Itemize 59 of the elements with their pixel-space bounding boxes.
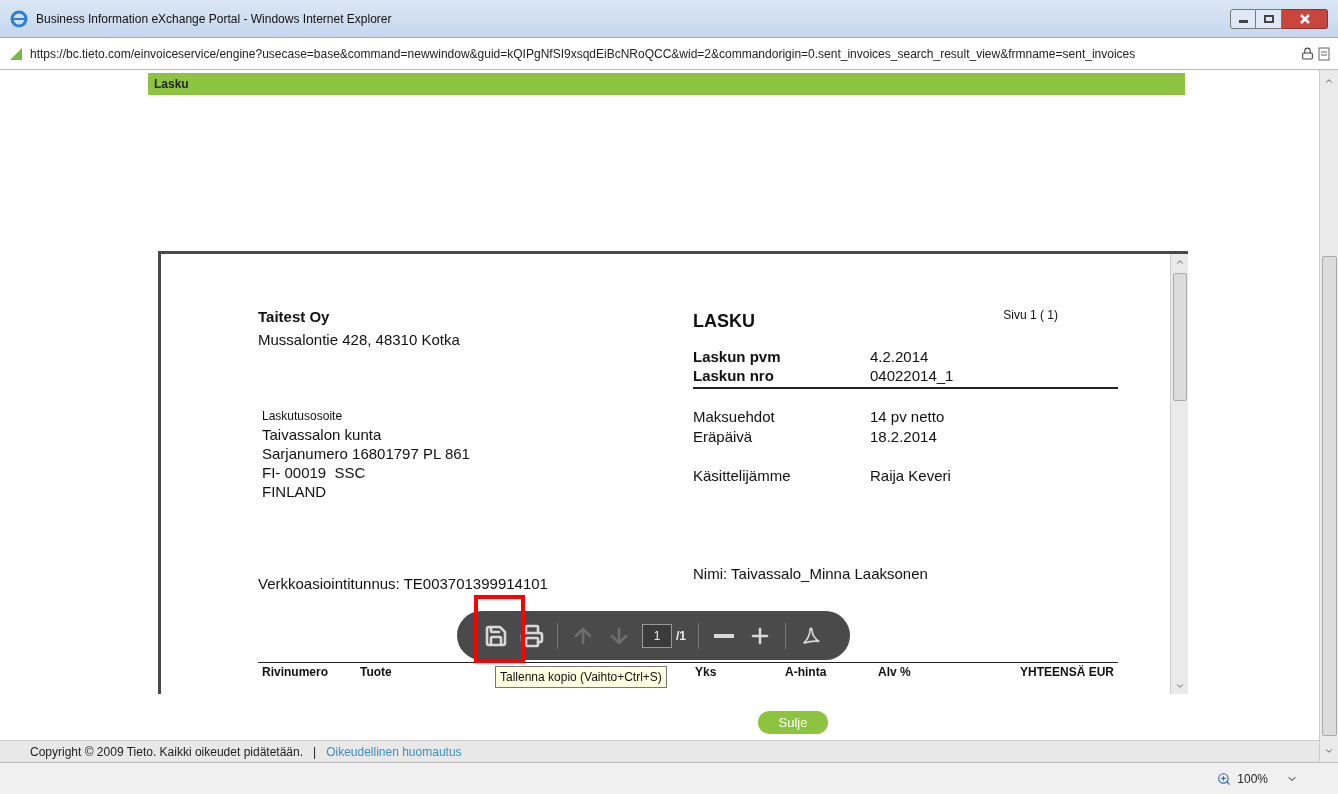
- page-total: /1: [676, 627, 686, 645]
- recipient-name: Nimi: Taivassalo_Minna Laaksonen: [693, 563, 929, 584]
- zoom-level: 100%: [1237, 770, 1268, 788]
- field-label: Maksuehdot: [693, 407, 776, 427]
- window-title: Business Information eXchange Portal - Windows Internet Explorer: [36, 10, 392, 28]
- billing-address-label: Laskutusosoite: [262, 408, 344, 425]
- billing-address-line: Taivassalon kunta: [262, 425, 383, 444]
- close-window-button[interactable]: [1282, 8, 1328, 29]
- field-label: Käsittelijämme: [693, 466, 792, 486]
- field-label: Laskun nro: [693, 366, 775, 385]
- billing-address-line: FI- 00019 SSC: [262, 463, 367, 482]
- column-header: Tuote: [360, 664, 392, 679]
- document-icon: [1318, 46, 1330, 61]
- save-icon: [484, 623, 508, 648]
- scroll-down-icon: [1324, 746, 1334, 756]
- seller-name: Taitest Oy: [258, 307, 331, 327]
- field-value: Raija Keveri: [870, 466, 951, 486]
- scroll-up-icon: [1174, 257, 1185, 267]
- section-title: Lasku: [154, 76, 189, 93]
- e-invoice-id: Verkkoasiointitunnus: TE003701399914101: [258, 574, 549, 594]
- scroll-up-icon: [1324, 76, 1334, 86]
- page-scrollbar[interactable]: [1319, 70, 1338, 762]
- field-label: Eräpäivä: [693, 427, 754, 447]
- lock-icon: [1301, 47, 1314, 60]
- scrollbar[interactable]: [1170, 254, 1188, 694]
- close-icon: [1299, 13, 1310, 24]
- field-value: 14 pv netto: [870, 407, 945, 427]
- scrollbar-thumb[interactable]: [1321, 256, 1337, 736]
- column-header: Rivinumero: [262, 664, 328, 679]
- field-value: 18.2.2014: [870, 427, 937, 447]
- minimize-button[interactable]: [1230, 8, 1256, 29]
- column-header: Yks: [695, 664, 717, 679]
- invoice-title: LASKU: [693, 310, 755, 333]
- billing-address-line: FINLAND: [262, 482, 328, 501]
- maximize-icon: [1263, 14, 1274, 23]
- column-header: Alv %: [878, 664, 911, 679]
- billing-address-line: Sarjanumero 16801797 PL 861: [262, 444, 471, 463]
- column-header: A-hinta: [785, 664, 827, 679]
- seller-address: Mussalontie 428, 48310 Kotka: [258, 329, 461, 350]
- url-text: https://bc.tieto.com/einvoiceservice/engine?usecase=base&command=newwindow&guid=kQIPgNfSI9xsqdEiBcNRoQCC&wid=2&commandorigin=0.sent_invoices_search_result_view&frmname=sent_invoices: [30, 45, 1137, 63]
- field-label: Laskun pvm: [693, 347, 782, 366]
- acrobat-icon: [800, 624, 822, 647]
- browser-logo-icon: [10, 9, 28, 28]
- tooltip: Tallenna kopio (Vaihto+Ctrl+S): [495, 666, 667, 688]
- address-bar[interactable]: https://bc.tieto.com/einvoiceservice/engine?usecase=base&command=newwindow&guid=kQIPgNfSI9xsqdEiBcNRoQCC&wid=2&commandorigin=0.sent_invoices_search_result_view&frmname=sent_invoices: [0, 38, 1338, 70]
- footer-separator: |: [313, 743, 317, 761]
- column-header: YHTEENSÄ EUR: [1020, 664, 1114, 679]
- copyright-text: Copyright © 2009 Tieto. Kaikki oikeudet pidätetään.: [30, 743, 303, 761]
- page-number-field[interactable]: 1: [642, 623, 672, 648]
- maximize-button[interactable]: [1256, 8, 1282, 29]
- page-number: Sivu 1 ( 1): [1003, 307, 1058, 324]
- minimize-icon: [1238, 20, 1248, 23]
- scrollbar-thumb[interactable]: [1172, 273, 1187, 401]
- zoom-icon: [1217, 771, 1232, 786]
- highlight-frame: [474, 595, 525, 663]
- scroll-down-icon: [1174, 681, 1185, 691]
- field-value: 04022014_1: [870, 366, 954, 385]
- field-value: 4.2.2014: [870, 347, 929, 366]
- minus-icon: [714, 633, 734, 638]
